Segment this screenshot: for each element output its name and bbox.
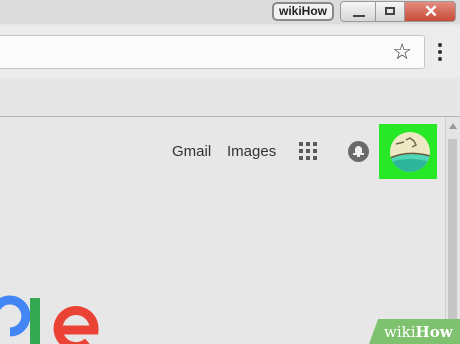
browser-menu-icon[interactable] (434, 40, 446, 64)
profile-name-button[interactable]: wikiHow (272, 2, 334, 21)
restore-button[interactable] (375, 1, 405, 22)
scroll-up-arrow-icon[interactable] (449, 123, 457, 129)
minimize-button[interactable] (340, 1, 376, 22)
minimize-icon (353, 15, 365, 17)
wikihow-watermark: wikiHow (384, 323, 453, 341)
google-logo-letters (0, 295, 99, 344)
close-icon: ✕ (423, 2, 439, 21)
restore-icon (385, 7, 395, 15)
gmail-link[interactable]: Gmail (172, 143, 211, 161)
beach-avatar-icon (390, 132, 430, 172)
apps-grid-icon[interactable] (299, 142, 317, 160)
vertical-scrollbar[interactable] (445, 117, 460, 344)
close-button[interactable]: ✕ (404, 1, 456, 22)
google-logo-fragment (0, 290, 100, 344)
bookmarks-bar (0, 78, 460, 117)
address-bar[interactable]: ☆ (0, 35, 425, 69)
window-titlebar: wikiHow ✕ (0, 0, 460, 24)
account-avatar[interactable] (390, 132, 430, 172)
browser-toolbar: ☆ (0, 26, 460, 78)
bookmark-star-icon[interactable]: ☆ (392, 41, 412, 63)
notifications-bell-icon[interactable] (348, 141, 369, 162)
scrollbar-thumb[interactable] (448, 139, 457, 339)
images-link[interactable]: Images (227, 143, 276, 161)
